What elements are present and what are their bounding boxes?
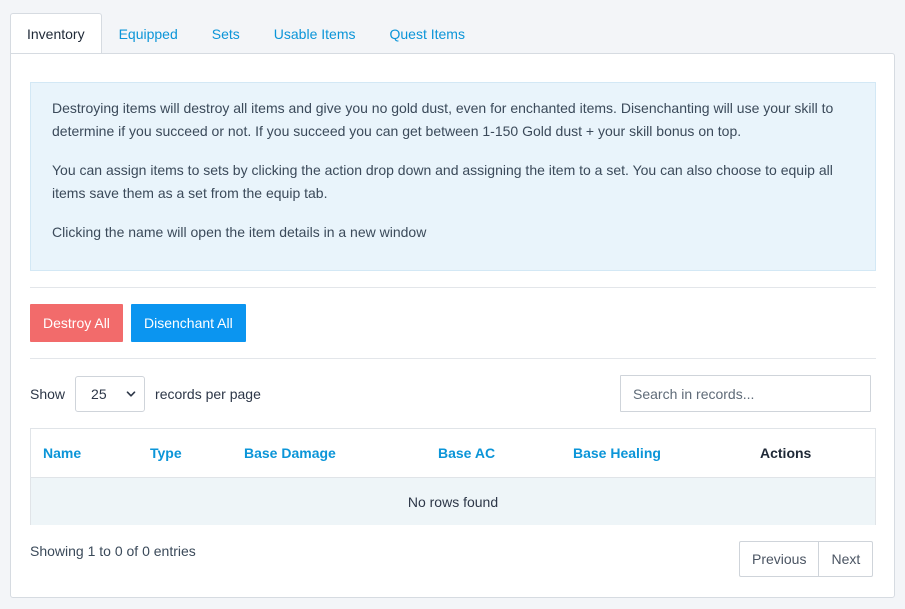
- notice-paragraph-sets: You can assign items to sets by clicking…: [52, 162, 833, 201]
- chevron-down-icon: [126, 391, 136, 397]
- empty-message: No rows found: [407, 493, 499, 510]
- info-notice: Destroying items will destroy all items …: [30, 82, 876, 271]
- items-table: Name Type Base Damage Base AC Base Heali…: [30, 428, 876, 525]
- tab-usable-items[interactable]: Usable Items: [257, 13, 373, 54]
- notice-paragraph-name: Clicking the name will open the item det…: [52, 224, 427, 240]
- divider-top: [30, 287, 876, 288]
- tab-bar: Inventory Equipped Sets Usable Items Que…: [10, 13, 482, 54]
- previous-page-button[interactable]: Previous: [740, 542, 818, 576]
- column-header-base-damage[interactable]: Base Damage: [244, 445, 438, 461]
- entries-summary: Showing 1 to 0 of 0 entries: [30, 543, 196, 559]
- column-header-actions: Actions: [760, 445, 812, 461]
- column-header-type[interactable]: Type: [150, 445, 244, 461]
- column-header-base-healing[interactable]: Base Healing: [573, 445, 760, 461]
- records-per-page-value: 25: [91, 386, 107, 402]
- pagination: Previous Next: [739, 541, 874, 577]
- tab-sets[interactable]: Sets: [195, 13, 257, 54]
- show-label: Show: [30, 386, 66, 402]
- search-input[interactable]: [620, 375, 871, 412]
- destroy-all-button[interactable]: Destroy All: [30, 304, 123, 342]
- next-page-button[interactable]: Next: [818, 542, 872, 576]
- tab-equipped[interactable]: Equipped: [102, 13, 195, 54]
- tab-inventory[interactable]: Inventory: [10, 13, 102, 54]
- column-header-base-ac[interactable]: Base AC: [438, 445, 573, 461]
- records-per-page-control: Show 25 records per page: [30, 375, 261, 413]
- notice-paragraph-destroy: Destroying items will destroy all items …: [52, 100, 834, 139]
- records-per-page-select[interactable]: 25: [75, 376, 146, 412]
- disenchant-all-button[interactable]: Disenchant All: [131, 304, 246, 342]
- records-per-page-suffix: records per page: [155, 386, 261, 402]
- table-empty-row: No rows found: [31, 477, 875, 525]
- inventory-panel: Destroying items will destroy all items …: [10, 53, 895, 598]
- column-header-name[interactable]: Name: [43, 445, 150, 461]
- tab-quest-items[interactable]: Quest Items: [372, 13, 481, 54]
- table-header: Name Type Base Damage Base AC Base Heali…: [31, 429, 875, 477]
- divider-bottom: [30, 358, 876, 359]
